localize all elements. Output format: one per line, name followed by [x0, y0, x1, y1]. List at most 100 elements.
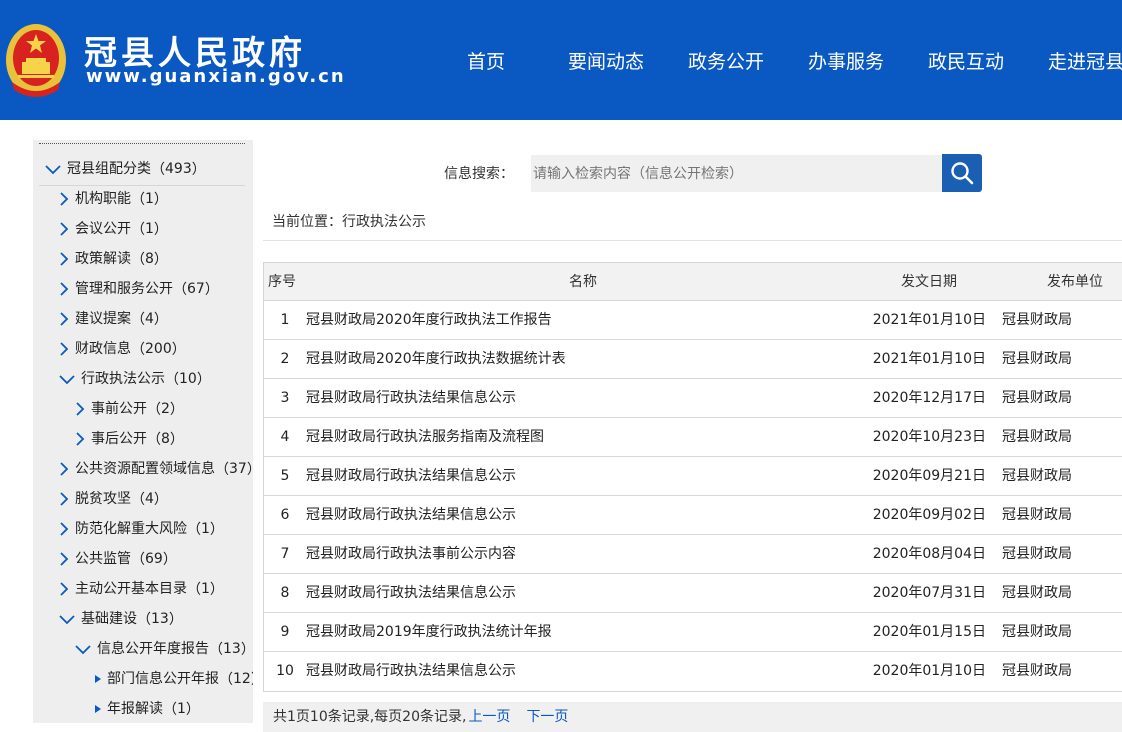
sidebar-item[interactable]: 基础建设（13） [59, 607, 183, 631]
header-unit: 发布单位 [1047, 274, 1103, 290]
sidebar-item[interactable]: 主动公开基本目录（1） [59, 577, 224, 601]
chevron-right-icon [60, 342, 69, 356]
table-row: 6 冠县财政局行政执法结果信息公示 2020年09月02日 冠县财政局 [264, 496, 1122, 535]
document-title-link[interactable]: 冠县财政局行政执法结果信息公示 [306, 379, 516, 417]
document-title-link[interactable]: 冠县财政局行政执法结果信息公示 [306, 496, 516, 534]
sidebar-item-count: 2 [161, 401, 170, 417]
cell-no: 1 [280, 312, 290, 328]
count-paren: （ [187, 582, 201, 598]
cell-date: 2020年09月02日 [872, 507, 986, 523]
sidebar-item-label: 信息公开年度报告 [97, 641, 209, 657]
sidebar-item[interactable]: 事后公开（8） [75, 427, 184, 451]
nav-news[interactable]: 要闻动态 [546, 47, 666, 74]
sidebar-item-count: 1 [145, 221, 154, 237]
count-paren: ） [209, 582, 224, 598]
sidebar-item[interactable]: 公共监管（69） [59, 547, 177, 571]
sidebar-item[interactable]: 财政信息（200） [59, 337, 186, 361]
nav-home[interactable]: 首页 [426, 47, 546, 74]
sidebar-item-count: 1 [201, 581, 210, 597]
sidebar-item[interactable]: 防范化解重大风险（1） [59, 517, 224, 541]
chevron-down-icon [59, 615, 75, 625]
count-paren: （ [147, 402, 161, 418]
search-icon [951, 162, 974, 185]
sidebar-item[interactable]: 年报解读（1） [95, 697, 200, 721]
document-title-link[interactable]: 冠县财政局2020年度行政执法数据统计表 [306, 340, 566, 378]
sidebar-item[interactable]: 脱贫攻坚（4） [59, 487, 168, 511]
cell-no: 10 [276, 663, 294, 679]
document-title-link[interactable]: 冠县财政局行政执法服务指南及流程图 [306, 418, 544, 456]
national-emblem-icon [6, 24, 66, 97]
cell-date: 2020年10月23日 [872, 429, 986, 445]
cell-no: 3 [280, 390, 290, 406]
sidebar-item[interactable]: 政策解读（8） [59, 247, 168, 271]
cell-unit: 冠县财政局 [1002, 468, 1072, 484]
sidebar-item[interactable]: 建议提案（4） [59, 307, 168, 331]
sidebar-item-label: 财政信息 [75, 341, 131, 357]
sidebar-item-label: 事后公开 [91, 431, 147, 447]
cell-unit: 冠县财政局 [1002, 624, 1072, 640]
document-title-link[interactable]: 冠县财政局行政执法事前公示内容 [306, 535, 516, 573]
count-paren: ） [251, 669, 253, 689]
search-button[interactable] [942, 154, 982, 192]
sidebar-item-count: 10 [179, 371, 197, 387]
nav-about[interactable]: 走进冠县 [1026, 47, 1122, 74]
cell-date: 2021年01月10日 [872, 312, 986, 328]
count-paren: （ [131, 342, 145, 358]
document-title-link[interactable]: 冠县财政局2019年度行政执法统计年报 [306, 613, 552, 651]
sidebar-item-label: 年报解读 [107, 701, 163, 717]
document-title-link[interactable]: 冠县财政局2020年度行政执法工作报告 [306, 301, 552, 339]
sidebar-item[interactable]: 公共资源配置领域信息（37） [59, 457, 253, 481]
count-paren: （ [131, 312, 145, 328]
table-row: 4 冠县财政局行政执法服务指南及流程图 2020年10月23日 冠县财政局 [264, 418, 1122, 457]
sidebar-item[interactable]: 机构职能（1） [59, 187, 168, 211]
sidebar-item-label: 行政执法公示 [81, 371, 165, 387]
count-paren: （ [131, 192, 145, 208]
sidebar-item[interactable]: 管理和服务公开（67） [59, 277, 219, 301]
category-sidebar: 冠县组配分类（493） 机构职能（1） 会议公开（1） 政策解读（8） 管理和服务公开（… [33, 140, 253, 723]
sidebar-item[interactable]: 事前公开（2） [75, 397, 184, 421]
count-paren: ） [169, 432, 184, 448]
header-name: 名称 [569, 274, 597, 290]
chevron-right-icon [60, 462, 69, 476]
count-paren: （ [131, 222, 145, 238]
document-title-link[interactable]: 冠县财政局行政执法结果信息公示 [306, 652, 516, 690]
cell-no: 7 [280, 546, 290, 562]
nav-interaction[interactable]: 政民互动 [906, 47, 1026, 74]
sidebar-item-label: 部门信息公开年报 [107, 671, 219, 687]
count-paren: ） [171, 342, 186, 358]
count-paren: ） [204, 282, 219, 298]
sidebar-item-label: 基础建设 [81, 611, 137, 627]
sidebar-item-count: 493 [165, 161, 192, 177]
count-paren: ） [247, 459, 253, 479]
count-paren: ） [191, 162, 206, 178]
chevron-right-icon [60, 312, 69, 326]
nav-gov-affairs[interactable]: 政务公开 [666, 47, 786, 74]
sidebar-item-count: 1 [145, 191, 154, 207]
cell-unit: 冠县财政局 [1002, 429, 1072, 445]
nav-services[interactable]: 办事服务 [786, 47, 906, 74]
table-row: 9 冠县财政局2019年度行政执法统计年报 2020年01月15日 冠县财政局 [264, 613, 1122, 652]
sidebar-item[interactable]: 信息公开年度报告（13） [75, 637, 253, 661]
sidebar-item[interactable]: 行政执法公示（10） [59, 367, 211, 391]
chevron-right-icon [60, 222, 69, 236]
count-paren: ） [241, 639, 253, 659]
sidebar-item-label: 事前公开 [91, 401, 147, 417]
count-paren: （ [131, 252, 145, 268]
count-paren: ） [153, 492, 168, 508]
sidebar-item[interactable]: 会议公开（1） [59, 217, 168, 241]
sidebar-item-count: 8 [161, 431, 170, 447]
sidebar-divider [39, 185, 245, 186]
chevron-down-icon [59, 375, 75, 385]
cell-no: 5 [280, 468, 290, 484]
sidebar-item[interactable]: 部门信息公开年报（12） [95, 667, 253, 691]
cell-date: 2020年12月17日 [872, 390, 986, 406]
sidebar-item-label: 脱贫攻坚 [75, 491, 131, 507]
cell-date: 2021年01月10日 [872, 351, 986, 367]
document-title-link[interactable]: 冠县财政局行政执法结果信息公示 [306, 457, 516, 495]
document-title-link[interactable]: 冠县财政局行政执法结果信息公示 [306, 574, 516, 612]
chevron-right-icon [60, 192, 69, 206]
count-paren: （ [131, 492, 145, 508]
sidebar-item[interactable]: 冠县组配分类（493） [45, 157, 206, 181]
chevron-right-icon [60, 282, 69, 296]
search-input[interactable] [531, 155, 942, 192]
